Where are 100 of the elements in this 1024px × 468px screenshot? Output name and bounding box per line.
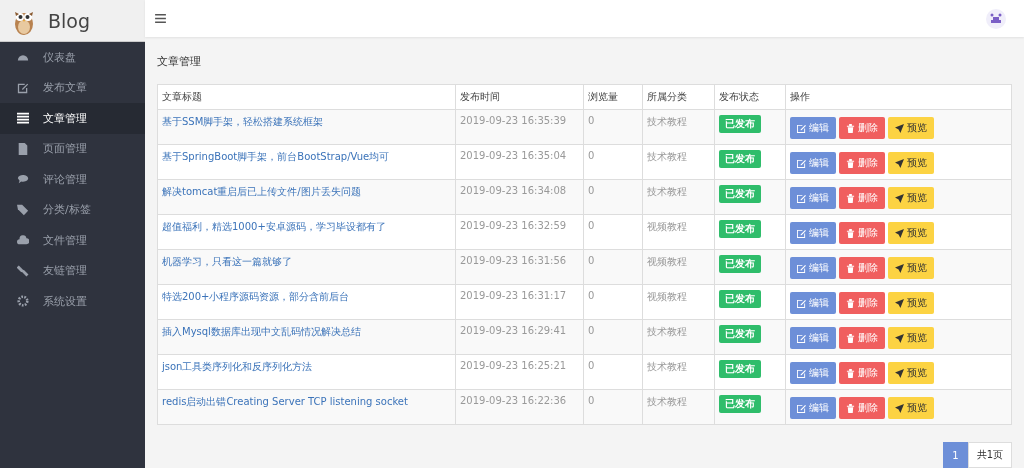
column-header: 文章标题 (157, 84, 456, 110)
edit-icon (797, 403, 806, 413)
menu-icon[interactable] (155, 14, 166, 23)
table-cell: 2019-09-23 16:31:56 (455, 249, 584, 285)
delete-button[interactable]: 删除 (839, 397, 885, 419)
article-title-link[interactable]: 机器学习，只看这一篇就够了 (162, 256, 292, 267)
table-cell: 2019-09-23 16:34:08 (455, 179, 584, 215)
article-title-link[interactable]: 特选200+小程序源码资源，部分含前后台 (162, 291, 350, 302)
status-badge: 已发布 (719, 220, 761, 238)
edit-button[interactable]: 编辑 (790, 292, 836, 314)
status-badge: 已发布 (719, 290, 761, 308)
table-cell: 2019-09-23 16:35:39 (455, 109, 584, 145)
table-cell: 视频教程 (642, 249, 715, 285)
table-cell: 2019-09-23 16:25:21 (455, 354, 584, 390)
status-badge: 已发布 (719, 255, 761, 273)
trash-icon (846, 263, 855, 273)
edit-icon (797, 298, 806, 308)
table-cell: 0 (583, 214, 643, 250)
delete-button[interactable]: 删除 (839, 117, 885, 139)
table-cell: 2019-09-23 16:29:41 (455, 319, 584, 355)
sidebar-item[interactable]: 仪表盘 (0, 42, 145, 73)
page-title: 文章管理 (157, 54, 202, 69)
table-cell: 0 (583, 354, 643, 390)
status-badge: 已发布 (719, 395, 761, 413)
delete-button[interactable]: 删除 (839, 187, 885, 209)
edit-icon (797, 368, 806, 378)
delete-button[interactable]: 删除 (839, 222, 885, 244)
delete-button[interactable]: 删除 (839, 292, 885, 314)
edit-button[interactable]: 编辑 (790, 257, 836, 279)
delete-button[interactable]: 删除 (839, 152, 885, 174)
sidebar-item[interactable]: 系统设置 (0, 286, 145, 317)
table-cell: 0 (583, 389, 643, 425)
trash-icon (846, 228, 855, 238)
brand-name[interactable]: Blog (48, 9, 90, 32)
list-icon (17, 112, 29, 125)
sidebar-item[interactable]: 页面管理 (0, 133, 145, 164)
preview-button[interactable]: 预览 (888, 292, 934, 314)
trash-icon (846, 403, 855, 413)
table-cell: 0 (583, 179, 643, 215)
avatar-icon[interactable] (986, 8, 1006, 29)
table-cell: 技术教程 (642, 109, 715, 145)
delete-button[interactable]: 删除 (839, 362, 885, 384)
delete-button[interactable]: 删除 (839, 257, 885, 279)
table-cell: 技术教程 (642, 354, 715, 390)
edit-button[interactable]: 编辑 (790, 117, 836, 139)
table-cell: 0 (583, 319, 643, 355)
table-cell: 0 (583, 109, 643, 145)
edit-button[interactable]: 编辑 (790, 187, 836, 209)
column-header: 发布状态 (714, 84, 786, 110)
edit-button[interactable]: 编辑 (790, 362, 836, 384)
article-title-link[interactable]: 基于SSM脚手架，轻松搭建系统框架 (162, 116, 324, 127)
document-icon (17, 142, 29, 155)
table-cell: 视频教程 (642, 214, 715, 250)
preview-button[interactable]: 预览 (888, 187, 934, 209)
speech-bubble-icon (17, 173, 29, 186)
sidebar-item[interactable]: 评论管理 (0, 164, 145, 195)
sidebar-item[interactable]: 文件管理 (0, 225, 145, 256)
table-cell: 2019-09-23 16:22:36 (455, 389, 584, 425)
preview-button[interactable]: 预览 (888, 397, 934, 419)
paper-plane-icon (895, 263, 904, 273)
edit-icon (797, 333, 806, 343)
edit-button[interactable]: 编辑 (790, 327, 836, 349)
page-button[interactable]: 1 (943, 442, 968, 468)
edit-icon (797, 263, 806, 273)
edit-button[interactable]: 编辑 (790, 152, 836, 174)
edit-icon (17, 81, 29, 94)
table-cell: 2019-09-23 16:35:04 (455, 144, 584, 180)
status-badge: 已发布 (719, 185, 761, 203)
sidebar-item[interactable]: 友链管理 (0, 255, 145, 286)
trash-icon (846, 123, 855, 133)
status-badge: 已发布 (719, 360, 761, 378)
preview-button[interactable]: 预览 (888, 257, 934, 279)
trash-icon (846, 333, 855, 343)
delete-button[interactable]: 删除 (839, 327, 885, 349)
column-header: 操作 (785, 84, 1012, 110)
edit-icon (797, 158, 806, 168)
paper-plane-icon (895, 123, 904, 133)
table-cell: 0 (583, 249, 643, 285)
trash-icon (846, 368, 855, 378)
status-badge: 已发布 (719, 325, 761, 343)
preview-button[interactable]: 预览 (888, 222, 934, 244)
edit-button[interactable]: 编辑 (790, 397, 836, 419)
table-cell: 技术教程 (642, 144, 715, 180)
preview-button[interactable]: 预览 (888, 362, 934, 384)
sidebar-item[interactable]: 分类/标签 (0, 194, 145, 225)
sidebar-item[interactable]: 发布文章 (0, 72, 145, 103)
preview-button[interactable]: 预览 (888, 152, 934, 174)
table-cell: 2019-09-23 16:32:59 (455, 214, 584, 250)
column-header: 发布时间 (455, 84, 584, 110)
sidebar-item[interactable]: 文章管理 (0, 103, 145, 134)
edit-button[interactable]: 编辑 (790, 222, 836, 244)
preview-button[interactable]: 预览 (888, 117, 934, 139)
article-title-link[interactable]: json工具类序列化和反序列化方法 (162, 361, 313, 372)
preview-button[interactable]: 预览 (888, 327, 934, 349)
table-cell: 0 (583, 284, 643, 320)
trash-icon (846, 193, 855, 203)
edit-icon (797, 123, 806, 133)
paper-plane-icon (895, 333, 904, 343)
table-cell: 视频教程 (642, 284, 715, 320)
paper-plane-icon (895, 403, 904, 413)
